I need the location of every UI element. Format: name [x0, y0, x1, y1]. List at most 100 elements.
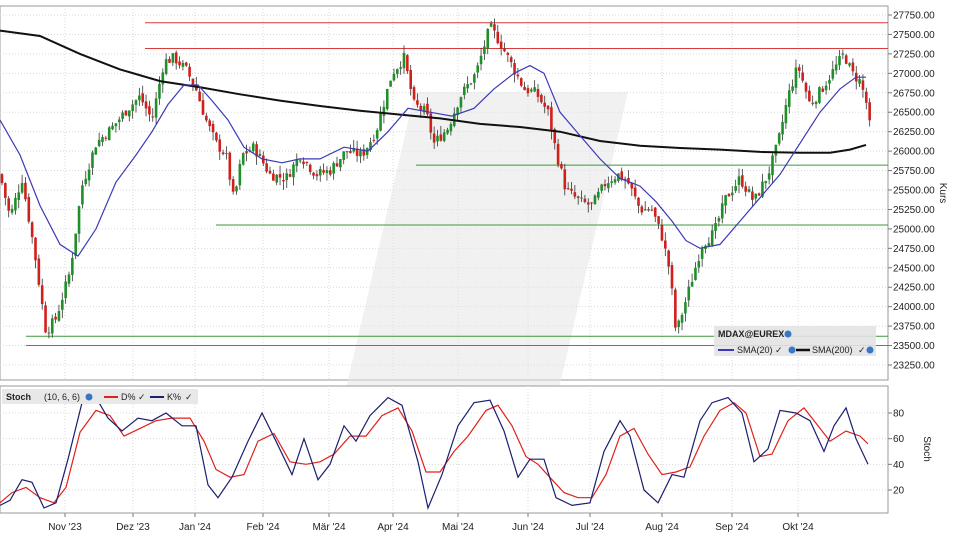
candle-body — [379, 113, 382, 131]
candle-body — [419, 105, 423, 111]
candle-body — [499, 41, 503, 49]
candle-body — [74, 233, 77, 256]
candle-body — [560, 164, 563, 169]
candle-body — [54, 316, 57, 320]
candle-body — [385, 88, 389, 110]
candle-body — [747, 189, 751, 192]
checkmark-icon[interactable]: ✓ — [138, 392, 146, 402]
settings-icon[interactable] — [866, 346, 874, 354]
candle-body — [282, 179, 285, 182]
candle-body — [841, 53, 845, 55]
candle-body — [10, 208, 14, 213]
candle-body — [580, 197, 583, 199]
candle-body — [868, 102, 871, 121]
candle-body — [178, 61, 181, 66]
price-tick-label: 27500.00 — [893, 30, 935, 41]
candle-body — [613, 179, 617, 183]
candle-body — [138, 95, 141, 101]
price-tick-label: 26750.00 — [893, 88, 935, 99]
price-tick-label: 24000.00 — [893, 302, 935, 313]
candle-body — [473, 74, 476, 83]
price-tick-label: 24750.00 — [893, 244, 935, 255]
candle-body — [61, 299, 64, 310]
candle-body — [308, 164, 312, 172]
stochastic-params: (10, 6, 6) — [44, 392, 80, 402]
candle-body — [680, 314, 684, 323]
candle-body — [664, 240, 667, 249]
candle-body — [144, 101, 148, 109]
candle-body — [211, 124, 215, 133]
candle-body — [71, 258, 74, 275]
candle-body — [764, 180, 768, 184]
candle-body — [811, 102, 814, 104]
candle-body — [305, 162, 309, 164]
checkmark-icon[interactable]: ✓ — [185, 392, 193, 402]
candle-body — [583, 198, 587, 202]
candle-body — [174, 52, 178, 64]
info-icon[interactable] — [85, 393, 93, 401]
candle-body — [275, 174, 278, 183]
candle-body — [392, 73, 396, 81]
candle-body — [191, 78, 195, 85]
candle-body — [777, 133, 781, 144]
legend-title: MDAX@EUREX — [718, 329, 784, 339]
candle-body — [251, 143, 255, 152]
x-tick-label: Apr '24 — [377, 522, 409, 533]
price-tick-label: 23500.00 — [893, 341, 935, 352]
candle-body — [590, 202, 593, 204]
legend-sma20-label: SMA(20) — [737, 345, 773, 355]
candle-body — [824, 85, 828, 91]
candle-body — [128, 110, 131, 117]
candle-body — [741, 175, 744, 187]
stochastic-legend[interactable]: Stoch (10, 6, 6) D% ✓ K% ✓ — [2, 389, 198, 404]
candle-body — [677, 320, 680, 328]
candle-body — [0, 174, 4, 184]
candle-body — [717, 218, 721, 222]
candle-body — [325, 170, 329, 174]
candle-body — [660, 224, 664, 241]
candle-body — [168, 58, 171, 63]
candle-body — [188, 66, 191, 77]
candle-body — [131, 104, 134, 112]
candle-body — [298, 160, 302, 162]
price-tick-label: 25000.00 — [893, 224, 935, 235]
candle-body — [700, 247, 704, 259]
candle-body — [34, 237, 37, 261]
candle-body — [573, 192, 577, 197]
y-axis-label: Kurs — [937, 183, 948, 204]
chart-root: 27750.00 27500.00 27250.00 27000.00 26750.00… — [0, 0, 960, 540]
candle-body — [543, 102, 546, 107]
candle-body — [218, 139, 222, 152]
settings-icon[interactable] — [788, 346, 796, 354]
candle-body — [171, 53, 175, 63]
candle-body — [466, 84, 469, 89]
price-tick-label: 23250.00 — [893, 361, 935, 372]
x-tick-label: Mär '24 — [312, 522, 345, 533]
candle-body — [731, 192, 734, 196]
candle-body — [245, 151, 248, 154]
candle-body — [576, 196, 580, 198]
candle-body — [416, 100, 419, 105]
candle-body — [861, 80, 865, 90]
stochastic-tick-label: 40 — [893, 460, 905, 471]
candle-body — [710, 230, 714, 246]
price-tick-label: 24250.00 — [893, 283, 935, 294]
stochastic-y-axis-label: Stoch — [921, 436, 932, 462]
chart-legend[interactable]: MDAX@EUREX SMA(20) ✓ SMA(200) ✓ — [714, 326, 876, 356]
candle-body — [228, 152, 232, 180]
checkmark-icon[interactable]: ✓ — [858, 345, 866, 355]
candle-body — [657, 216, 660, 224]
candle-body — [158, 83, 161, 99]
candle-body — [459, 97, 463, 108]
candle-body — [87, 169, 91, 181]
candle-body — [489, 23, 493, 27]
price-tick-label: 27750.00 — [893, 11, 935, 22]
price-tick-label: 27250.00 — [893, 49, 935, 60]
candle-body — [670, 265, 674, 289]
info-icon[interactable] — [784, 330, 792, 338]
candle-body — [396, 69, 399, 74]
stochastic-tick-label: 80 — [893, 409, 905, 420]
candle-body — [694, 267, 697, 281]
candle-body — [134, 100, 138, 105]
checkmark-icon[interactable]: ✓ — [775, 345, 783, 355]
